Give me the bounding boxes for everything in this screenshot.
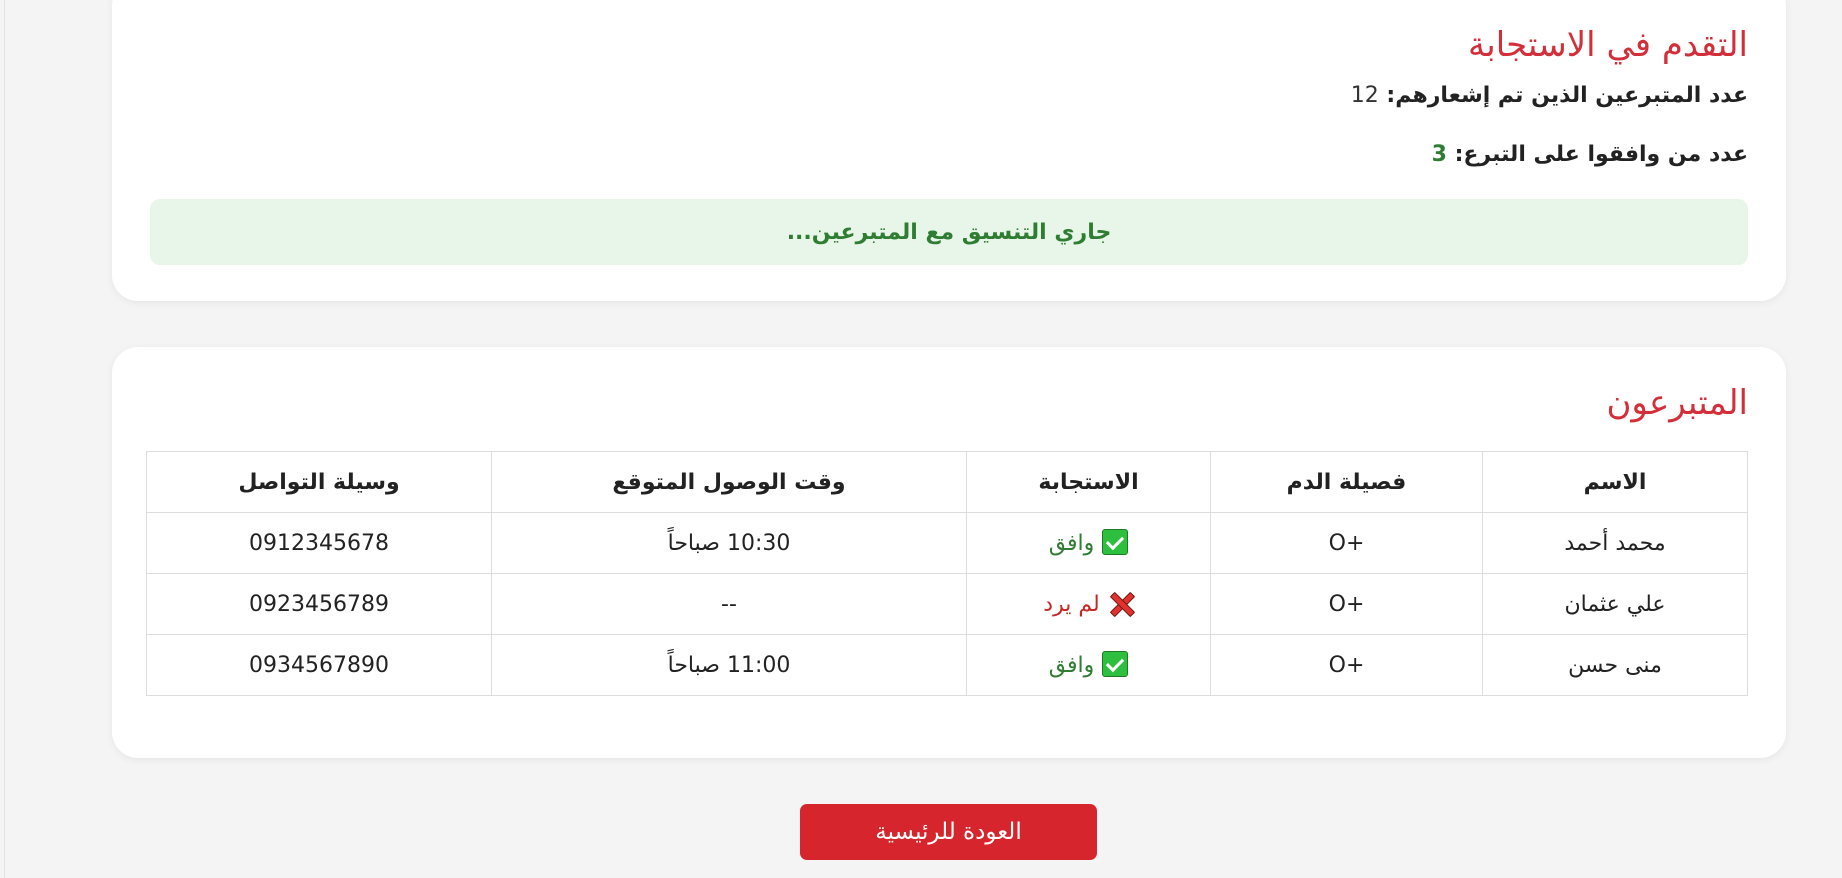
notified-count-label: عدد المتبرعين الذين تم إشعارهم: <box>1378 83 1748 108</box>
accepted-count-line: عدد من وافقوا على التبرع: 3 <box>1432 142 1748 167</box>
coordination-status-banner: جاري التنسيق مع المتبرعين... <box>150 199 1748 265</box>
donor-name: منى حسن <box>1482 634 1748 696</box>
notified-count-line: عدد المتبرعين الذين تم إشعارهم: 12 <box>1351 83 1748 108</box>
header-blood-type: فصيلة الدم <box>1210 451 1483 513</box>
header-response: الاستجابة <box>966 451 1211 513</box>
progress-title: التقدم في الاستجابة <box>1468 25 1748 65</box>
back-to-home-button[interactable]: العودة للرئيسية <box>800 804 1097 860</box>
donors-title: المتبرعون <box>1606 383 1748 423</box>
accepted-count-value: 3 <box>1431 142 1447 167</box>
header-arrival-time: وقت الوصول المتوقع <box>491 451 967 513</box>
donor-arrival-time: -- <box>491 573 967 635</box>
notified-count-value: 12 <box>1350 83 1379 108</box>
donor-blood-type: O+ <box>1210 512 1483 574</box>
donor-contact: 0934567890 <box>146 634 492 696</box>
donor-arrival-time: 10:30 صباحاً <box>491 512 967 574</box>
donor-name: محمد أحمد <box>1482 512 1748 574</box>
donor-response: لم يرد <box>966 573 1211 635</box>
donors-table: الاسم فصيلة الدم الاستجابة وقت الوصول ال… <box>146 451 1748 696</box>
donor-arrival-time: 11:00 صباحاً <box>491 634 967 696</box>
donor-blood-type: O+ <box>1210 573 1483 635</box>
donor-name: علي عثمان <box>1482 573 1748 635</box>
table-row: محمد أحمد O+ وافق 10:30 صباحاً 091234567… <box>146 512 1748 574</box>
check-mark-icon <box>1102 528 1129 555</box>
table-row: علي عثمان O+ لم يرد -- 0923456789 <box>146 573 1748 635</box>
donors-card: المتبرعون الاسم فصيلة الدم الاستجابة وقت… <box>112 347 1786 758</box>
donor-response: وافق <box>966 634 1211 696</box>
cross-mark-icon <box>1108 590 1134 616</box>
donor-contact: 0923456789 <box>146 573 492 635</box>
header-name: الاسم <box>1482 451 1748 513</box>
donor-response-text: وافق <box>1048 530 1095 556</box>
donor-response-text: لم يرد <box>1043 591 1100 617</box>
check-mark-icon <box>1102 650 1129 677</box>
donor-response: وافق <box>966 512 1211 574</box>
response-progress-card: التقدم في الاستجابة عدد المتبرعين الذين … <box>112 0 1786 301</box>
header-contact: وسيلة التواصل <box>146 451 492 513</box>
donor-response-text: وافق <box>1048 652 1095 678</box>
table-header-row: الاسم فصيلة الدم الاستجابة وقت الوصول ال… <box>146 451 1748 513</box>
donor-contact: 0912345678 <box>146 512 492 574</box>
table-row: منى حسن O+ وافق 11:00 صباحاً 0934567890 <box>146 634 1748 696</box>
donor-blood-type: O+ <box>1210 634 1483 696</box>
accepted-count-label: عدد من وافقوا على التبرع: <box>1446 142 1748 167</box>
